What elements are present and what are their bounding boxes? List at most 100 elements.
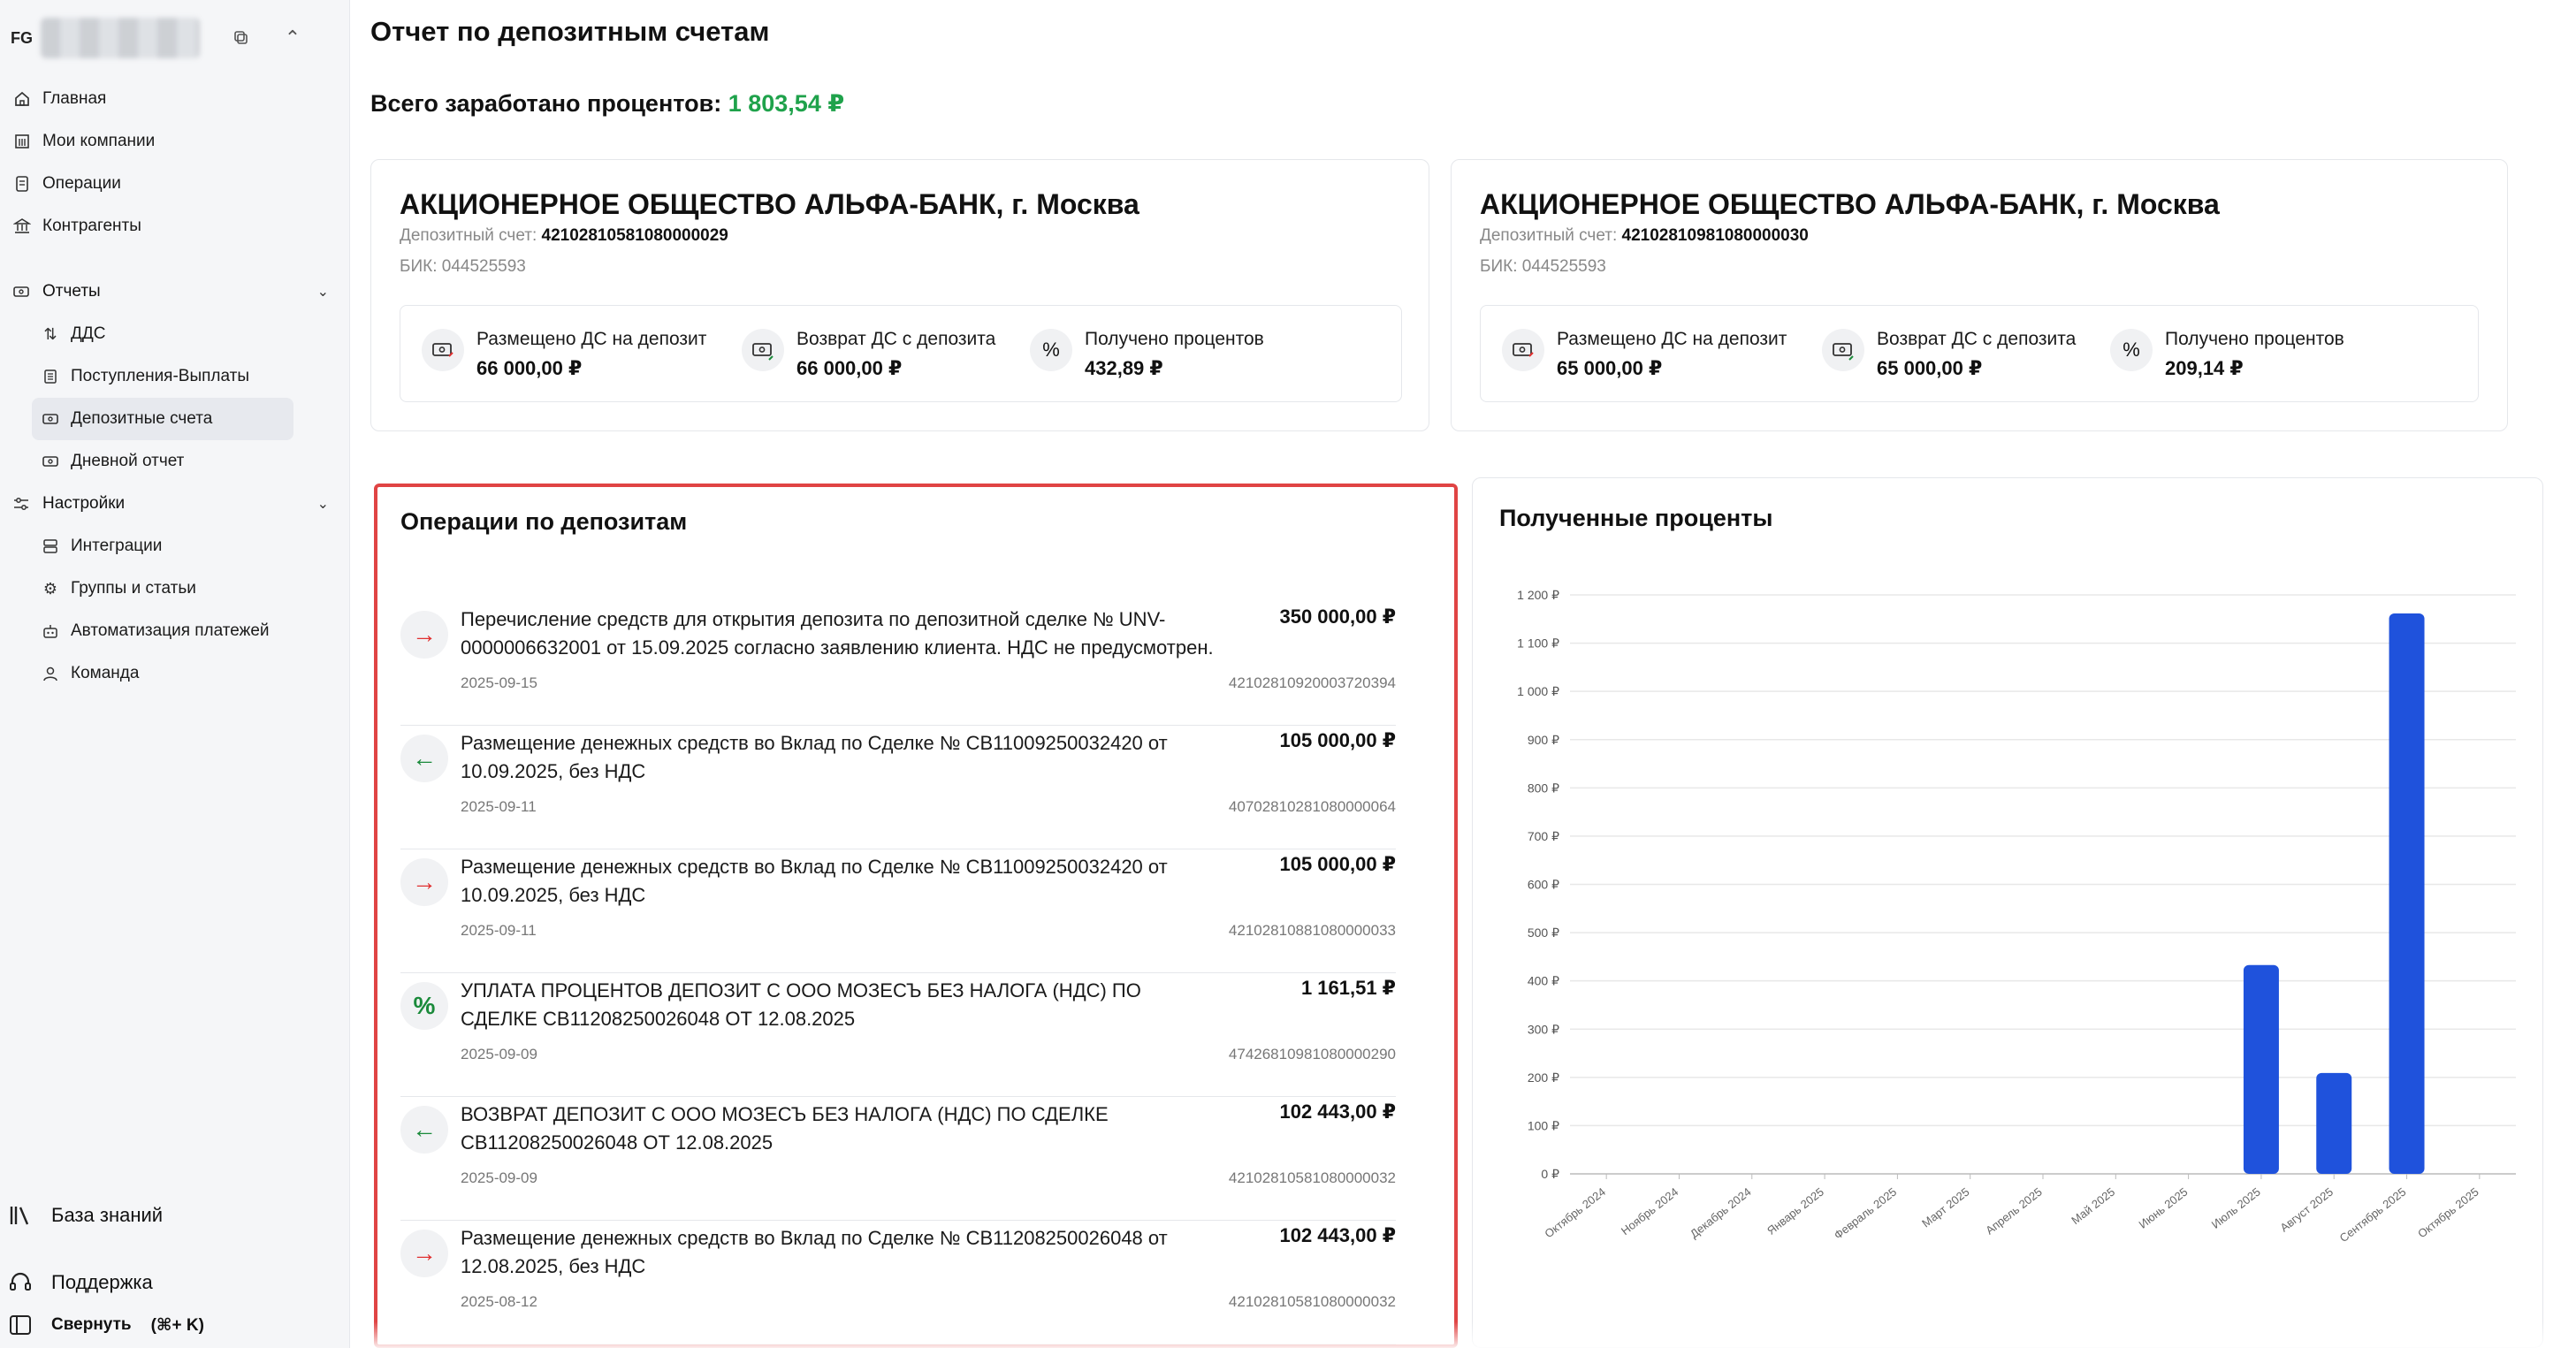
nav-daily[interactable]: Дневной отчет <box>0 440 350 483</box>
stat-label: Получено процентов <box>2165 329 2344 349</box>
gear-icon: ⚙ <box>42 579 58 598</box>
x-tick-label: Сентябрь 2025 <box>2337 1185 2409 1245</box>
arrow-left-icon: ← <box>400 1106 448 1154</box>
operation-description: Размещение денежных средств во Вклад по … <box>461 732 1168 782</box>
y-tick-label: 0 ₽ <box>1541 1167 1559 1181</box>
stat-value: 66 000,00 ₽ <box>796 357 903 379</box>
operation-date: 2025-08-12 <box>461 1293 537 1310</box>
knowledge-base-label: База знаний <box>51 1204 164 1226</box>
arrow-right-icon: → <box>400 858 448 906</box>
operation-amount: 102 443,00 ₽ <box>1279 1224 1396 1246</box>
y-tick-label: 1 200 ₽ <box>1517 588 1559 602</box>
operation-date: 2025-09-09 <box>461 1046 537 1062</box>
account-stats: Размещено ДС на депозит 65 000,00 ₽ Возв… <box>1480 305 2479 402</box>
stat-value: 65 000,00 ₽ <box>1877 357 1983 379</box>
x-tick-label: Ноябрь 2024 <box>1619 1185 1680 1238</box>
y-tick-label: 300 ₽ <box>1528 1022 1559 1036</box>
chart-bar[interactable] <box>2316 1072 2352 1174</box>
arrow-right-icon: → <box>400 1230 448 1277</box>
interest-bar-chart: 0 ₽ 100 ₽ 200 ₽ 300 ₽ 400 ₽ 500 ₽ 600 ₽ 700 ₽ 80… <box>1517 588 2516 1245</box>
y-tick-label: 400 ₽ <box>1528 974 1559 988</box>
cash-out-icon <box>1502 329 1544 371</box>
knowledge-base-link[interactable]: База знаний <box>0 1202 163 1229</box>
nav-deposits[interactable]: Депозитные счета <box>32 398 293 440</box>
percent-icon: % <box>1030 329 1072 371</box>
nav-integrations-label: Интеграции <box>71 537 163 555</box>
nav-dds-label: ДДС <box>71 324 106 343</box>
x-tick-label: Июнь 2025 <box>2137 1185 2191 1231</box>
operation-row[interactable]: % УПЛАТА ПРОЦЕНТОВ ДЕПОЗИТ С ООО МОЗЕСЪ Б… <box>400 973 1396 1097</box>
nav-home[interactable]: Главная <box>0 78 350 120</box>
chart-bar[interactable] <box>2389 613 2425 1174</box>
operation-amount: 102 443,00 ₽ <box>1279 1100 1396 1123</box>
sidebar-icon <box>7 1312 34 1338</box>
nav-automation[interactable]: Автоматизация платежей <box>0 610 350 652</box>
account-label: Депозитный счет: <box>1480 226 1618 245</box>
stat-returned: Возврат ДС с депозита 65 000,00 ₽ <box>1822 329 2076 380</box>
main-content: Отчет по депозитным счетам Всего заработ… <box>351 0 2576 1348</box>
operation-amount: 350 000,00 ₽ <box>1279 605 1396 628</box>
operation-account: 42102810881080000033 <box>1228 922 1396 939</box>
copy-icon[interactable] <box>232 28 251 48</box>
account-stats: Размещено ДС на депозит 66 000,00 ₽ Возв… <box>400 305 1402 402</box>
x-tick-label: Октябрь 2025 <box>2415 1185 2481 1241</box>
reports-nav: Отчеты ⌄ ⇅ ДДС Поступления-Выплаты Депоз… <box>0 270 350 695</box>
nav-dds[interactable]: ⇅ ДДС <box>0 313 350 355</box>
nav-inflows[interactable]: Поступления-Выплаты <box>0 355 350 398</box>
operation-account: 42102810920003720394 <box>1228 674 1396 691</box>
y-tick-label: 500 ₽ <box>1528 925 1559 940</box>
chart-bar[interactable] <box>2243 964 2279 1174</box>
org-initials: FG <box>11 28 33 47</box>
nav-counterparties[interactable]: Контрагенты <box>0 205 350 248</box>
home-icon <box>12 89 32 109</box>
nav-group-reports[interactable]: Отчеты ⌄ <box>0 270 350 313</box>
nav-groups-label: Группы и статьи <box>71 579 196 598</box>
bank-name: АКЦИОНЕРНОЕ ОБЩЕСТВО АЛЬФА-БАНК, г. Моск… <box>400 188 1139 220</box>
nav-integrations[interactable]: Интеграции <box>0 525 350 567</box>
main-nav: Главная Мои компании Операции Контрагент… <box>0 78 350 248</box>
deposit-icon <box>41 409 60 429</box>
arrow-left-icon: ← <box>400 735 448 782</box>
collapse-label: Свернуть <box>51 1315 132 1334</box>
nav-inflows-label: Поступления-Выплаты <box>71 367 250 385</box>
stat-label: Получено процентов <box>1085 329 1264 349</box>
nav-deposits-label: Депозитные счета <box>71 409 213 428</box>
sidebar: FG ⌃ Главная Мои компании Операции Контр… <box>0 0 350 1348</box>
collapse-shortcut: (⌘+ K) <box>150 1315 204 1335</box>
percent-icon: % <box>2110 329 2153 371</box>
operation-row[interactable]: → Размещение денежных средств во Вклад по… <box>400 849 1396 973</box>
nav-groups[interactable]: ⚙ Группы и статьи <box>0 567 350 610</box>
operation-row[interactable]: ← Размещение денежных средств во Вклад по… <box>400 726 1396 849</box>
operation-row[interactable]: → Перечисление средств для открытия депоз… <box>400 602 1396 726</box>
nav-settings-label: Настройки <box>42 494 126 513</box>
operation-date: 2025-09-11 <box>461 922 537 939</box>
operation-description: ВОЗВРАТ ДЕПОЗИТ С ООО МОЗЕСЪ БЕЗ НАЛОГА … <box>461 1103 1109 1154</box>
operation-row[interactable]: → Размещение денежных средств во Вклад по… <box>400 1221 1396 1344</box>
nav-companies[interactable]: Мои компании <box>0 120 350 163</box>
support-link[interactable]: Поддержка <box>0 1269 153 1296</box>
x-tick-label: Май 2025 <box>2069 1185 2117 1228</box>
account-card: АКЦИОНЕРНОЕ ОБЩЕСТВО АЛЬФА-БАНК, г. Моск… <box>1451 159 2508 431</box>
collapse-sidebar-button[interactable]: Свернуть (⌘+ K) <box>0 1312 204 1338</box>
operation-account: 47426810981080000290 <box>1228 1046 1396 1062</box>
operation-amount: 1 161,51 ₽ <box>1300 977 1396 999</box>
nav-group-settings[interactable]: Настройки ⌄ <box>0 483 350 525</box>
report-icon <box>12 283 32 301</box>
library-icon <box>7 1202 34 1229</box>
nav-operations[interactable]: Операции <box>0 163 350 205</box>
account-number: Депозитный счет: 42102810581080000029 <box>400 226 728 246</box>
total-interest-label: Всего заработано процентов: <box>370 90 722 117</box>
x-tick-label: Март 2025 <box>1919 1185 1971 1230</box>
org-switcher[interactable]: FG ⌃ <box>11 16 339 60</box>
chevron-up-down-icon[interactable]: ⌃ <box>283 27 302 50</box>
bik: БИК: 044525593 <box>400 257 526 276</box>
nav-operations-label: Операции <box>42 174 121 193</box>
operation-date: 2025-09-11 <box>461 798 537 815</box>
operation-amount: 105 000,00 ₽ <box>1279 853 1396 875</box>
nav-team[interactable]: Команда <box>0 652 350 695</box>
stat-interest: % Получено процентов 432,89 ₽ <box>1030 329 1264 380</box>
nav-companies-label: Мои компании <box>42 132 156 150</box>
operation-row[interactable]: ← ВОЗВРАТ ДЕПОЗИТ С ООО МОЗЕСЪ БЕЗ НАЛОГА… <box>400 1097 1396 1221</box>
building-icon <box>12 132 32 151</box>
operations-title: Операции по депозитам <box>400 508 688 535</box>
